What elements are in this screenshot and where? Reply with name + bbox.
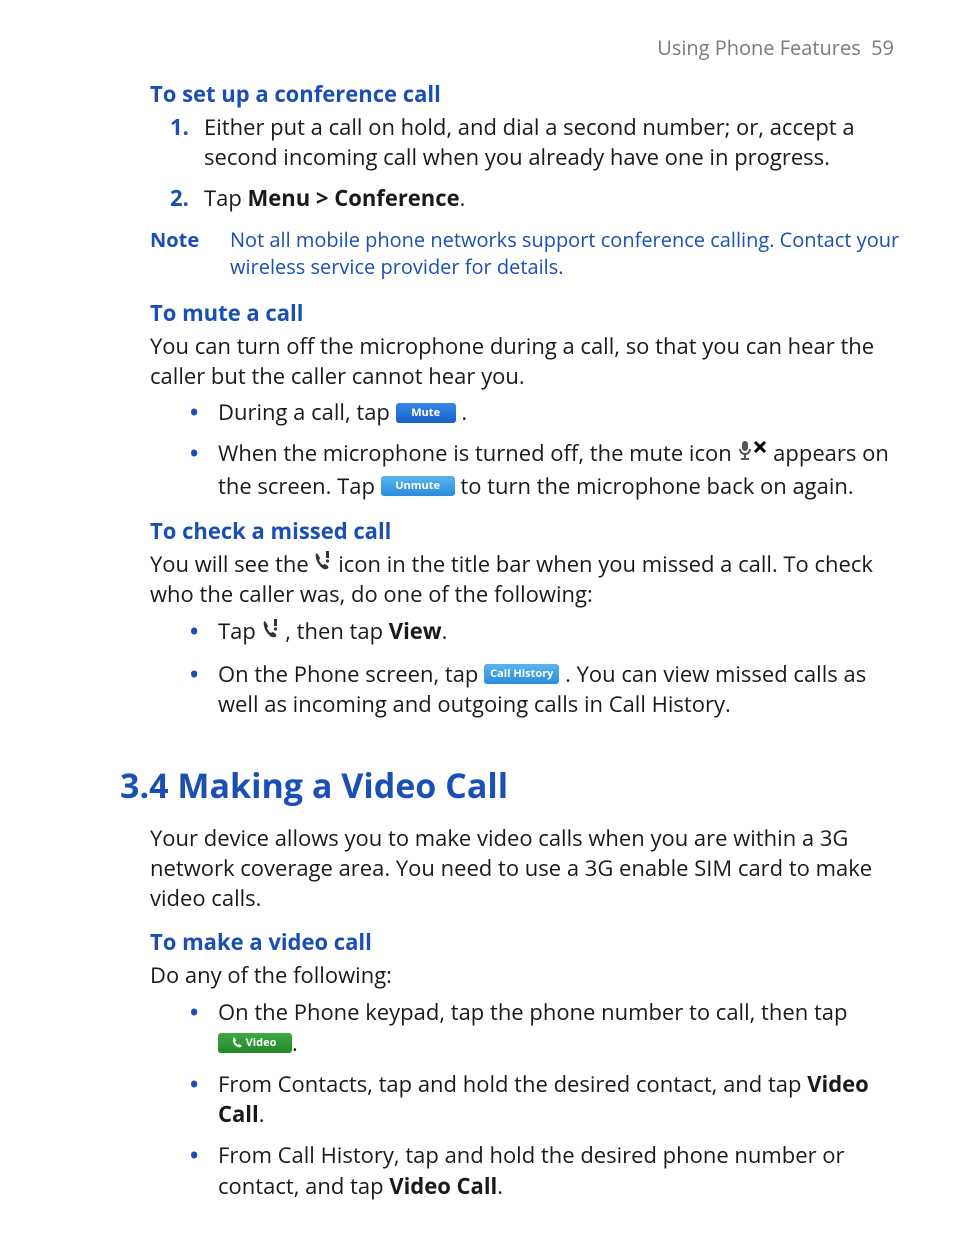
chapter-title: Using Phone Features	[657, 34, 861, 61]
page-number: 59	[871, 34, 894, 61]
view-bold: View	[389, 616, 442, 646]
missed-bullets: Tap , then tap View. On the Phone screen…	[190, 616, 904, 720]
step-2: Tap Menu > Conference.	[170, 184, 904, 214]
heading-mute: To mute a call	[150, 298, 904, 328]
heading-make-video: To make a video call	[150, 927, 904, 957]
step-2-bold: Menu > Conference	[248, 183, 460, 213]
missed-intro: You will see the icon in the title bar w…	[150, 550, 904, 611]
text: From Call History, tap and hold the desi…	[218, 1140, 845, 1201]
make-video-bullets: On the Phone keypad, tap the phone numbe…	[190, 997, 904, 1202]
text: .	[292, 1028, 298, 1058]
running-header: Using Phone Features 59	[50, 34, 904, 61]
text: Tap	[218, 616, 262, 646]
step-2-prefix: Tap	[204, 183, 248, 213]
microphone-muted-icon	[737, 438, 767, 469]
text: , then tap	[285, 616, 389, 646]
missed-call-icon	[262, 616, 280, 647]
chip-label: Video	[246, 1035, 277, 1050]
text: On the Phone keypad, tap the phone numbe…	[218, 997, 847, 1027]
step-1-text: Either put a call on hold, and dial a se…	[204, 112, 855, 172]
text: On the Phone screen, tap	[218, 659, 484, 689]
make-bullet-2: From Contacts, tap and hold the desired …	[190, 1069, 904, 1131]
text: You will see the	[150, 549, 314, 579]
mute-intro: You can turn off the microphone during a…	[150, 332, 904, 391]
call-history-button-icon: Call History	[484, 664, 559, 684]
mute-bullet-2: When the microphone is turned off, the m…	[190, 438, 904, 501]
step-1: Either put a call on hold, and dial a se…	[170, 113, 904, 172]
text: .	[259, 1099, 265, 1129]
mute-bullets: During a call, tap Mute . When the micro…	[190, 397, 904, 501]
bold: Video Call	[389, 1171, 497, 1201]
note-body: Not all mobile phone networks support co…	[230, 226, 904, 280]
heading-conference: To set up a conference call	[150, 79, 904, 109]
make-bullet-1: On the Phone keypad, tap the phone numbe…	[190, 997, 904, 1059]
text: During a call, tap	[218, 397, 396, 427]
missed-call-icon	[314, 549, 332, 579]
unmute-button-icon: Unmute	[381, 476, 455, 496]
document-page: Using Phone Features 59 To set up a conf…	[0, 0, 954, 1252]
mute-button-icon: Mute	[396, 403, 456, 423]
text: From Contacts, tap and hold the desired …	[218, 1069, 807, 1099]
video-call-button-icon: Video	[218, 1033, 292, 1053]
missed-bullet-2: On the Phone screen, tap Call History . …	[190, 659, 904, 721]
text: .	[442, 616, 448, 646]
conference-steps: Either put a call on hold, and dial a se…	[170, 113, 904, 214]
heading-missed: To check a missed call	[150, 516, 904, 546]
make-bullet-3: From Call History, tap and hold the desi…	[190, 1140, 904, 1202]
section-heading: 3.4 Making a Video Call	[120, 762, 904, 808]
text: .	[497, 1171, 503, 1201]
note-label: Note	[150, 226, 206, 280]
step-2-suffix: .	[460, 183, 466, 213]
text: When the microphone is turned off, the m…	[218, 438, 737, 468]
missed-bullet-1: Tap , then tap View.	[190, 616, 904, 649]
note-block: Note Not all mobile phone networks suppo…	[150, 226, 904, 280]
make-video-intro: Do any of the following:	[150, 961, 904, 991]
text: to turn the microphone back on again.	[460, 471, 853, 501]
mute-bullet-1: During a call, tap Mute .	[190, 397, 904, 428]
text: .	[461, 397, 467, 427]
section-intro: Your device allows you to make video cal…	[150, 824, 904, 913]
